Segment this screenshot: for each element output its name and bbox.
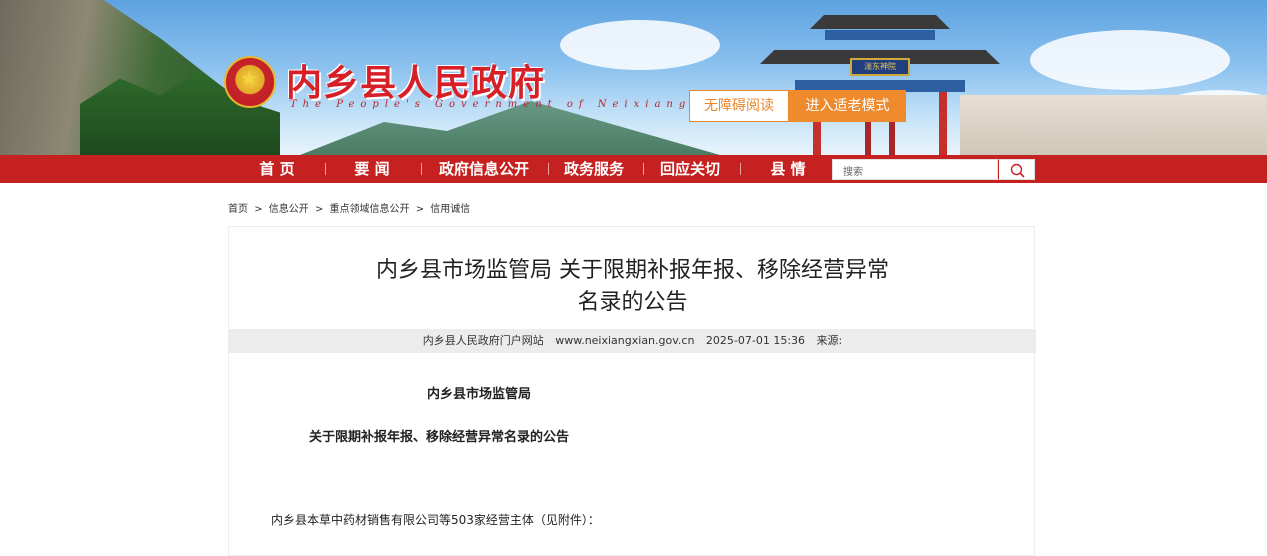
nav-divider <box>548 163 549 175</box>
search-icon <box>1010 163 1025 178</box>
article-panel: 内乡县市场监管局 关于限期补报年报、移除经营异常 名录的公告 内乡县人民政府门户… <box>228 226 1036 556</box>
meta-url: www.neixiangxian.gov.cn <box>555 334 695 347</box>
meta-datetime: 2025-07-01 15:36 <box>705 334 806 347</box>
search-input[interactable] <box>833 163 997 182</box>
nav-item-county-info[interactable]: 县 情 <box>756 155 820 183</box>
breadcrumb-separator: > <box>314 204 324 215</box>
accessibility-reading-button[interactable]: 无障碍阅读 <box>689 90 789 122</box>
breadcrumb-key-areas[interactable]: 重点领域信息公开 <box>330 204 410 215</box>
article-meta-bar: 内乡县人民政府门户网站 www.neixiangxian.gov.cn 2025… <box>229 329 1036 353</box>
nav-item-news[interactable]: 要 闻 <box>340 155 404 183</box>
gate-plaque-text: 湍东神院 <box>864 62 896 71</box>
cloud-decoration <box>1030 30 1230 90</box>
article-title: 内乡县市场监管局 关于限期补报年报、移除经营异常 名录的公告 <box>229 255 1036 319</box>
article-title-line: 名录的公告 <box>577 290 688 315</box>
meta-source-site: 内乡县人民政府门户网站 <box>422 334 544 347</box>
breadcrumb-credit[interactable]: 信用诚信 <box>430 204 470 215</box>
breadcrumb-home[interactable]: 首页 <box>228 204 248 215</box>
gate-plaque: 湍东神院 <box>850 58 910 76</box>
cloud-decoration <box>560 20 720 70</box>
site-subtitle: The People's Government of Neixiang <box>290 99 692 110</box>
body-heading-issuer: 内乡县市场监管局 <box>427 387 532 402</box>
gate-beam <box>825 30 935 40</box>
search-button[interactable] <box>998 159 1035 180</box>
breadcrumb: 首页 > 信息公开 > 重点领域信息公开 > 信用诚信 <box>228 200 473 215</box>
breadcrumb-separator: > <box>254 204 263 215</box>
nav-divider <box>643 163 644 175</box>
body-heading-notice: 关于限期补报年报、移除经营异常名录的公告 <box>309 430 570 445</box>
gate-pillar <box>939 92 947 155</box>
nav-item-home[interactable]: 首 页 <box>245 155 309 183</box>
header-banner: 湍东神院 ★ 内乡县人民政府 The People's Government o… <box>0 0 1267 155</box>
body-paragraph: 内乡县本草中药材销售有限公司等503家经营主体（见附件）： <box>271 513 600 527</box>
nav-item-services[interactable]: 政务服务 <box>556 155 632 183</box>
nav-item-responses[interactable]: 回应关切 <box>652 155 728 183</box>
nav-item-gov-info[interactable]: 政府信息公开 <box>428 155 540 183</box>
courtyard-wall <box>960 95 1267 155</box>
gate-roof <box>810 15 950 29</box>
elder-mode-button[interactable]: 进入适老模式 <box>789 90 906 122</box>
breadcrumb-info-disclosure[interactable]: 信息公开 <box>269 204 309 215</box>
star-icon: ★ <box>240 66 258 90</box>
meta-source-label: 来源: <box>816 334 843 347</box>
nav-divider <box>740 163 741 175</box>
national-emblem-icon: ★ <box>224 56 276 108</box>
breadcrumb-separator: > <box>415 204 425 215</box>
ancient-gate-illustration: 湍东神院 <box>755 10 1005 155</box>
nav-divider <box>325 163 326 175</box>
article-title-line: 内乡县市场监管局 关于限期补报年报、移除经营异常 <box>376 258 889 283</box>
nav-divider <box>421 163 422 175</box>
search-box <box>832 159 998 182</box>
main-nav: 首 页 要 闻 政府信息公开 政务服务 回应关切 县 情 <box>0 155 1267 183</box>
